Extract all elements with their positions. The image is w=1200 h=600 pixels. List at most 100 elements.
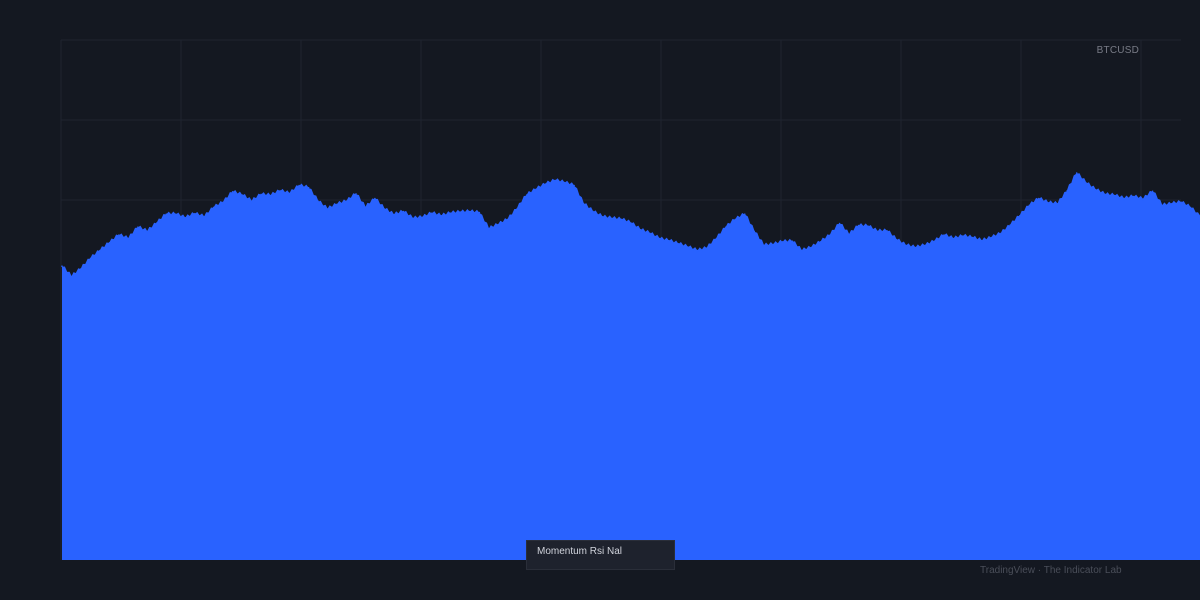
data-point bbox=[1094, 189, 1097, 191]
data-point bbox=[393, 213, 395, 216]
data-point bbox=[725, 226, 727, 228]
data-point bbox=[848, 233, 850, 236]
data-point bbox=[1000, 232, 1002, 235]
series-layer bbox=[61, 172, 1200, 560]
data-point bbox=[1075, 172, 1078, 174]
data-point bbox=[649, 232, 651, 235]
data-point bbox=[317, 200, 319, 202]
data-point bbox=[80, 268, 82, 270]
data-point bbox=[165, 213, 168, 215]
data-point bbox=[450, 212, 452, 214]
data-point bbox=[137, 226, 139, 228]
data-point bbox=[687, 246, 689, 248]
data-point bbox=[374, 197, 376, 200]
data-point bbox=[1057, 203, 1059, 205]
data-point bbox=[943, 234, 945, 236]
data-point bbox=[905, 244, 907, 247]
data-point bbox=[61, 265, 63, 268]
data-point bbox=[469, 210, 471, 213]
data-point bbox=[1142, 198, 1144, 200]
data-point bbox=[962, 235, 964, 237]
data-point bbox=[525, 194, 528, 196]
data-point bbox=[563, 181, 566, 184]
data-point bbox=[1019, 215, 1021, 217]
data-point bbox=[250, 200, 253, 202]
data-point bbox=[497, 223, 500, 226]
data-point bbox=[1066, 190, 1068, 192]
data-point bbox=[914, 246, 917, 249]
data-point bbox=[364, 206, 367, 209]
data-point bbox=[269, 194, 272, 197]
data-point bbox=[715, 237, 718, 240]
data-point bbox=[601, 216, 604, 218]
data-point bbox=[412, 217, 414, 220]
data-point bbox=[933, 240, 936, 242]
data-point bbox=[1038, 197, 1040, 200]
chart-panel[interactable]: BTCUSD Momentum Rsi Nal TradingView · Th… bbox=[0, 0, 1200, 600]
data-point bbox=[459, 211, 462, 213]
data-point bbox=[383, 208, 386, 210]
data-point bbox=[554, 179, 556, 182]
data-point bbox=[838, 222, 841, 225]
data-point bbox=[592, 210, 594, 213]
data-point bbox=[146, 230, 149, 233]
data-point bbox=[668, 239, 670, 242]
data-point bbox=[971, 236, 974, 239]
data-point bbox=[184, 217, 187, 219]
data-point bbox=[1028, 204, 1031, 207]
data-point bbox=[288, 192, 291, 195]
data-point bbox=[895, 238, 898, 241]
data-point bbox=[241, 194, 243, 196]
data-point bbox=[127, 237, 130, 240]
data-point bbox=[1009, 224, 1012, 226]
data-point bbox=[810, 246, 812, 249]
data-point bbox=[819, 241, 822, 243]
data-point bbox=[212, 206, 215, 209]
data-point bbox=[506, 218, 509, 221]
area-series bbox=[62, 174, 1200, 560]
data-point bbox=[924, 244, 926, 247]
data-point bbox=[829, 234, 831, 236]
data-point bbox=[222, 201, 224, 203]
data-point bbox=[763, 244, 765, 247]
data-point bbox=[1113, 194, 1116, 197]
data-point bbox=[89, 257, 92, 260]
data-point bbox=[478, 211, 481, 214]
data-point bbox=[753, 230, 756, 233]
data-point bbox=[582, 203, 585, 205]
data-point bbox=[800, 249, 803, 252]
chart-canvas[interactable] bbox=[0, 0, 1200, 600]
data-point bbox=[611, 217, 613, 220]
data-point bbox=[345, 200, 348, 202]
data-point bbox=[677, 243, 680, 245]
data-point bbox=[781, 241, 784, 243]
data-point bbox=[336, 203, 338, 206]
data-point bbox=[156, 222, 158, 224]
data-point bbox=[857, 224, 860, 227]
data-point bbox=[1132, 195, 1135, 198]
data-point bbox=[231, 191, 234, 193]
data-point bbox=[326, 208, 329, 210]
data-point bbox=[440, 215, 443, 217]
data-point bbox=[1189, 206, 1192, 209]
data-point bbox=[535, 188, 537, 190]
data-point bbox=[1170, 203, 1173, 205]
indicator-label[interactable]: Momentum Rsi Nal bbox=[526, 540, 675, 570]
data-point bbox=[108, 242, 111, 244]
data-point bbox=[630, 222, 632, 224]
data-point bbox=[1104, 193, 1106, 196]
symbol-label: BTCUSD bbox=[1096, 45, 1139, 56]
data-point bbox=[194, 212, 196, 215]
data-point bbox=[791, 240, 793, 242]
data-point bbox=[488, 228, 490, 230]
data-point bbox=[706, 247, 708, 249]
data-point bbox=[696, 249, 699, 252]
data-point bbox=[620, 218, 623, 221]
data-point bbox=[981, 239, 983, 242]
data-point bbox=[355, 193, 357, 195]
data-point bbox=[1085, 182, 1087, 184]
data-point bbox=[734, 218, 737, 221]
data-point bbox=[516, 207, 518, 210]
data-point bbox=[544, 183, 547, 185]
data-point bbox=[402, 210, 405, 213]
